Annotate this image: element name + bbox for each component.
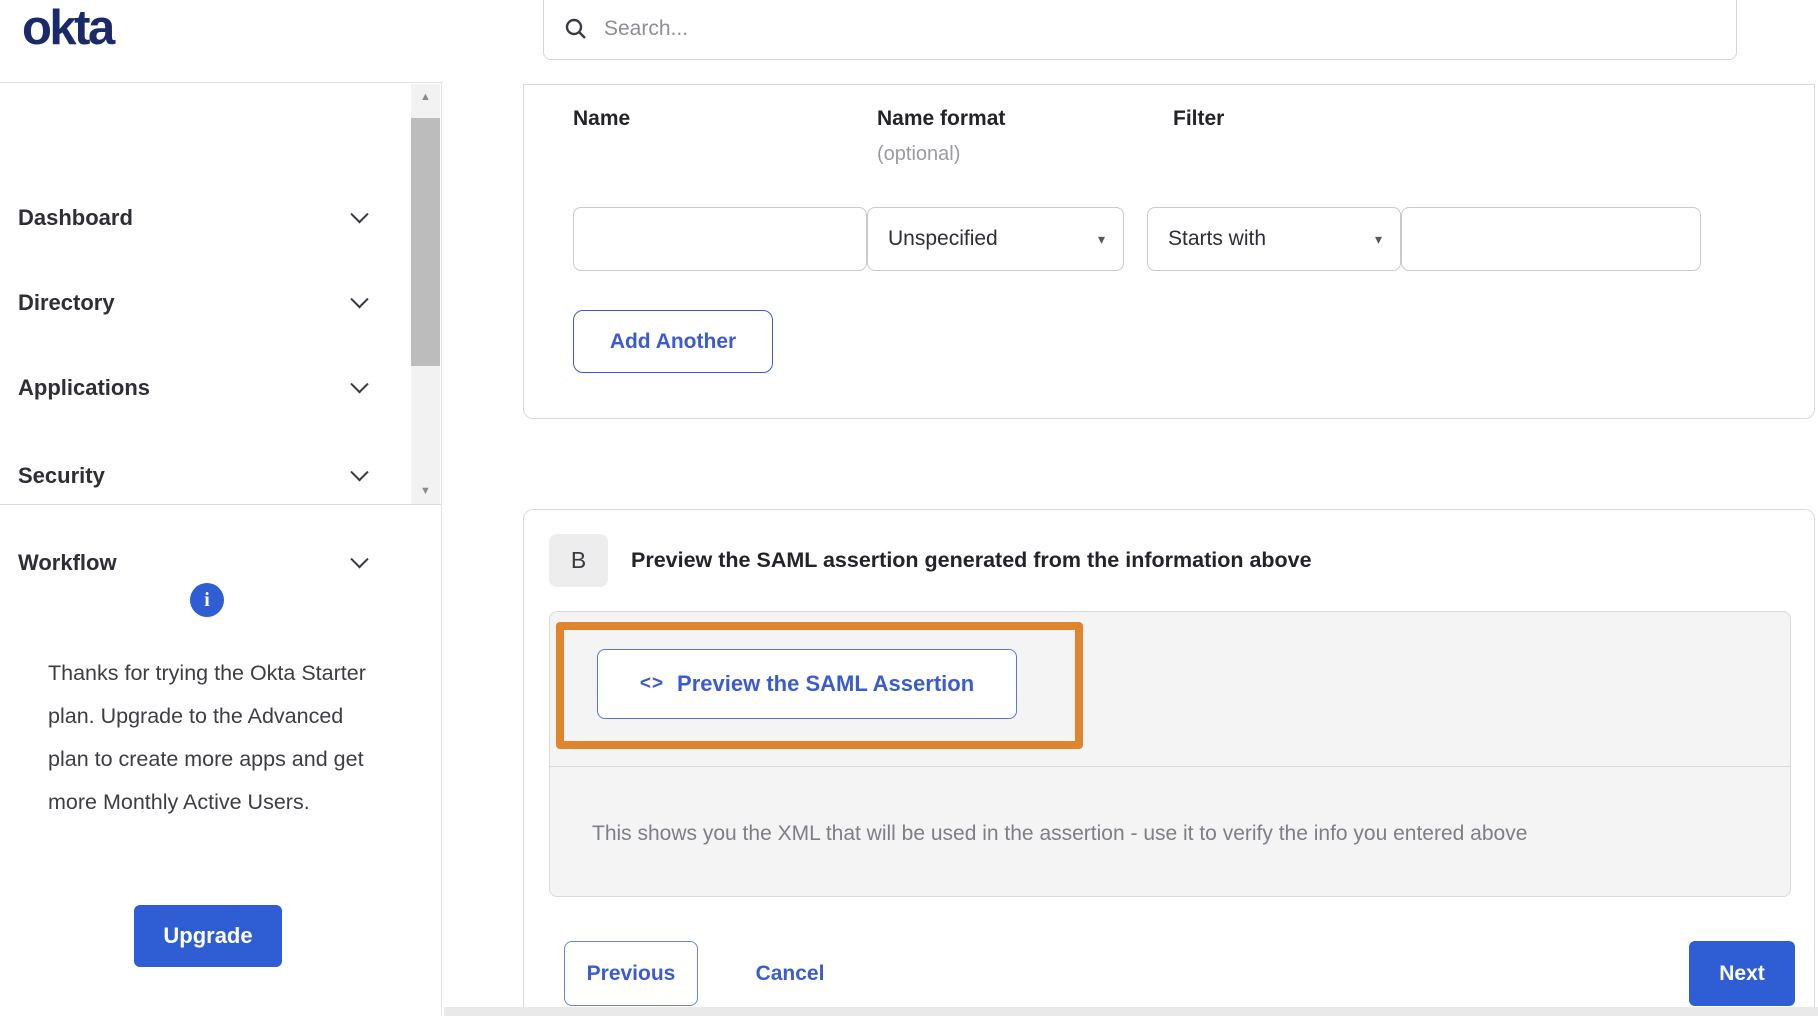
- search-input[interactable]: [604, 17, 1004, 41]
- sidebar-item-directory[interactable]: Directory: [18, 281, 366, 325]
- dropdown-caret-icon: ▾: [1098, 231, 1105, 248]
- attribute-statements-card: Name Name format (optional) Filter Unspe…: [523, 84, 1815, 419]
- name-format-hint: (optional): [877, 143, 960, 166]
- filter-operator-selected-value: Starts with: [1168, 227, 1266, 251]
- add-another-button[interactable]: Add Another: [573, 310, 773, 373]
- global-search[interactable]: [543, 0, 1737, 60]
- scrollbar-thumb[interactable]: [411, 118, 440, 366]
- sidebar-item-dashboard[interactable]: Dashboard: [18, 196, 366, 240]
- sidebar-nav: Dashboard Directory Applications Securit…: [0, 83, 442, 505]
- upsell-text: Thanks for trying the Okta Starter plan.…: [48, 652, 388, 824]
- preview-description: This shows you the XML that will be used…: [592, 822, 1777, 846]
- next-button[interactable]: Next: [1689, 941, 1795, 1006]
- chevron-down-icon: [350, 375, 368, 393]
- upgrade-button[interactable]: Upgrade: [134, 905, 282, 967]
- code-icon: <>: [640, 673, 664, 695]
- sidebar-item-label: Security: [18, 463, 105, 489]
- sidebar-item-applications[interactable]: Applications: [18, 366, 366, 410]
- previous-button[interactable]: Previous: [564, 941, 698, 1006]
- name-format-column-label: Name format: [877, 107, 1005, 131]
- name-input[interactable]: [573, 207, 867, 271]
- page-fold-strip: [444, 1007, 1818, 1016]
- scroll-down-icon[interactable]: ▼: [411, 484, 440, 498]
- saml-preview-card: B Preview the SAML assertion generated f…: [523, 509, 1815, 1016]
- cancel-button[interactable]: Cancel: [730, 941, 850, 1006]
- preview-saml-assertion-button[interactable]: <> Preview the SAML Assertion: [597, 649, 1017, 719]
- scroll-up-icon[interactable]: ▲: [411, 90, 440, 104]
- preview-button-label: Preview the SAML Assertion: [677, 671, 974, 697]
- info-icon: i: [190, 583, 224, 617]
- name-column-label: Name: [573, 107, 630, 131]
- name-format-selected-value: Unspecified: [888, 227, 998, 251]
- chevron-down-icon: [350, 550, 368, 568]
- search-icon: [564, 17, 588, 41]
- sidebar-border: [441, 83, 442, 1016]
- name-format-select[interactable]: Unspecified ▾: [867, 207, 1124, 271]
- sidebar-item-label: Workflow: [18, 550, 117, 576]
- section-b-title: Preview the SAML assertion generated fro…: [631, 548, 1312, 573]
- okta-admin-page: okta Dashboard Directory Applications Se…: [0, 0, 1818, 1016]
- filter-value-input[interactable]: [1401, 207, 1701, 271]
- section-b-badge: B: [549, 534, 608, 587]
- chevron-down-icon: [350, 290, 368, 308]
- sidebar-scrollbar[interactable]: ▲ ▼: [411, 84, 440, 504]
- chevron-down-icon: [350, 463, 368, 481]
- sidebar-item-label: Dashboard: [18, 205, 133, 231]
- sidebar-item-label: Applications: [18, 375, 150, 401]
- panel-divider: [550, 766, 1790, 767]
- chevron-down-icon: [350, 205, 368, 223]
- sidebar-item-workflow[interactable]: Workflow: [18, 541, 366, 585]
- filter-operator-select[interactable]: Starts with ▾: [1147, 207, 1401, 271]
- dropdown-caret-icon: ▾: [1375, 231, 1382, 248]
- sidebar-item-label: Directory: [18, 290, 115, 316]
- filter-column-label: Filter: [1173, 107, 1224, 131]
- okta-logo: okta: [22, 0, 113, 56]
- sidebar-item-security[interactable]: Security: [18, 454, 366, 498]
